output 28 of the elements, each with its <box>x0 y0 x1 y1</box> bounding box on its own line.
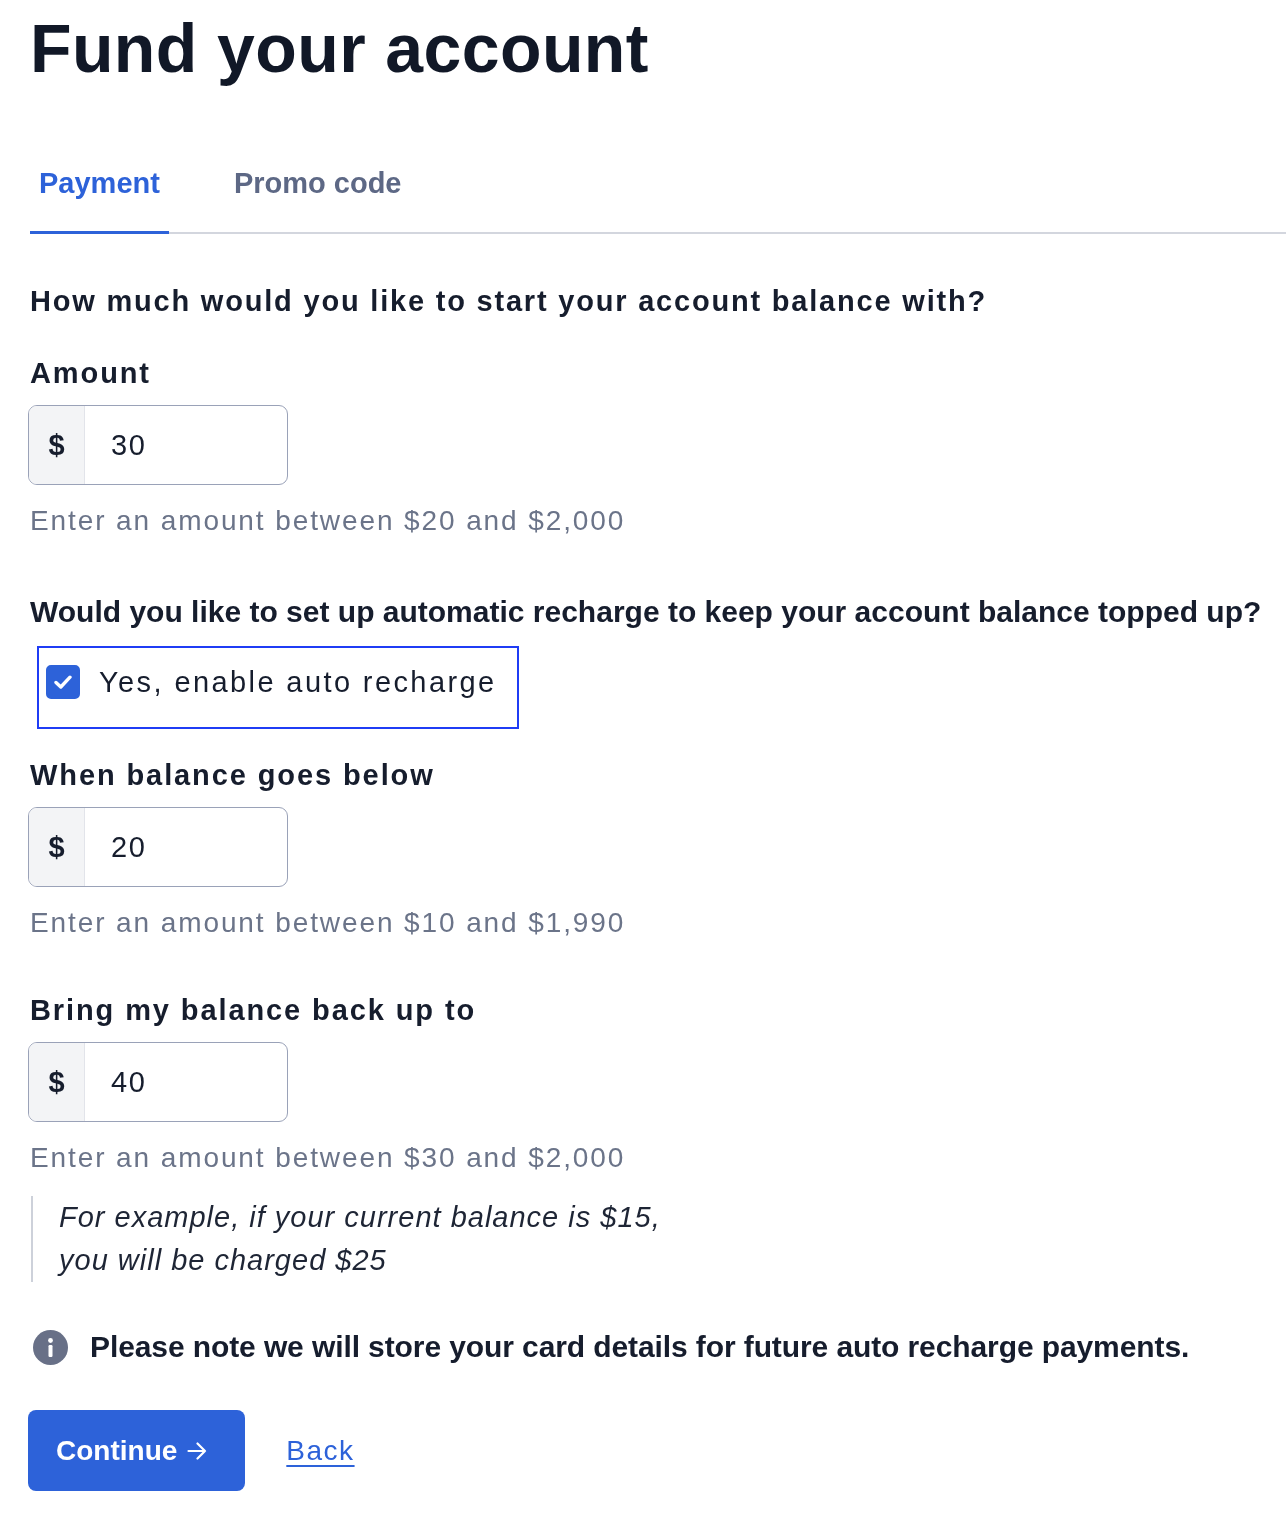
field-label: Amount <box>30 356 152 391</box>
notice-text: Please note we will store your card details for future auto recharge payments. <box>90 1329 1190 1365</box>
field-hint: Enter an amount between $10 and $1,990 <box>30 906 627 940</box>
question-text: Would you like to set up automatic recharge to keep your account balance topped up? <box>30 594 1263 630</box>
amount-input[interactable]: 40 <box>85 1043 287 1121</box>
checkbox-option[interactable]: Yes, enable auto recharge <box>37 646 519 729</box>
currency-prefix: $ <box>29 1043 85 1121</box>
currency-prefix: $ <box>29 406 85 484</box>
amount-input[interactable]: 30 <box>85 406 287 484</box>
tab[interactable]: Promo code <box>224 165 411 234</box>
arrow-right-icon <box>187 1441 208 1460</box>
currency-input-group[interactable]: $ 20 <box>28 807 288 887</box>
amount-input[interactable]: 20 <box>85 808 287 886</box>
checkmark-icon <box>54 675 72 689</box>
question-text: How much would you like to start your account balance with? <box>30 284 988 319</box>
tab[interactable]: Payment <box>30 165 169 234</box>
info-icon <box>33 1329 68 1365</box>
field-label: When balance goes below <box>30 758 436 793</box>
field-hint: Enter an amount between $30 and $2,000 <box>30 1141 627 1175</box>
continue-button[interactable]: Continue <box>28 1410 246 1491</box>
currency-input-group[interactable]: $ 40 <box>28 1042 288 1122</box>
currency-prefix: $ <box>29 808 85 886</box>
checkbox[interactable] <box>46 665 80 699</box>
example-note: For example, if your current balance is $15, you will be charged $25 <box>31 1196 1286 1282</box>
back-link[interactable]: Back <box>286 1432 355 1469</box>
currency-input-group[interactable]: $ 30 <box>28 405 288 485</box>
field-label: Bring my balance back up to <box>30 993 478 1028</box>
field-hint: Enter an amount between $20 and $2,000 <box>30 504 627 538</box>
